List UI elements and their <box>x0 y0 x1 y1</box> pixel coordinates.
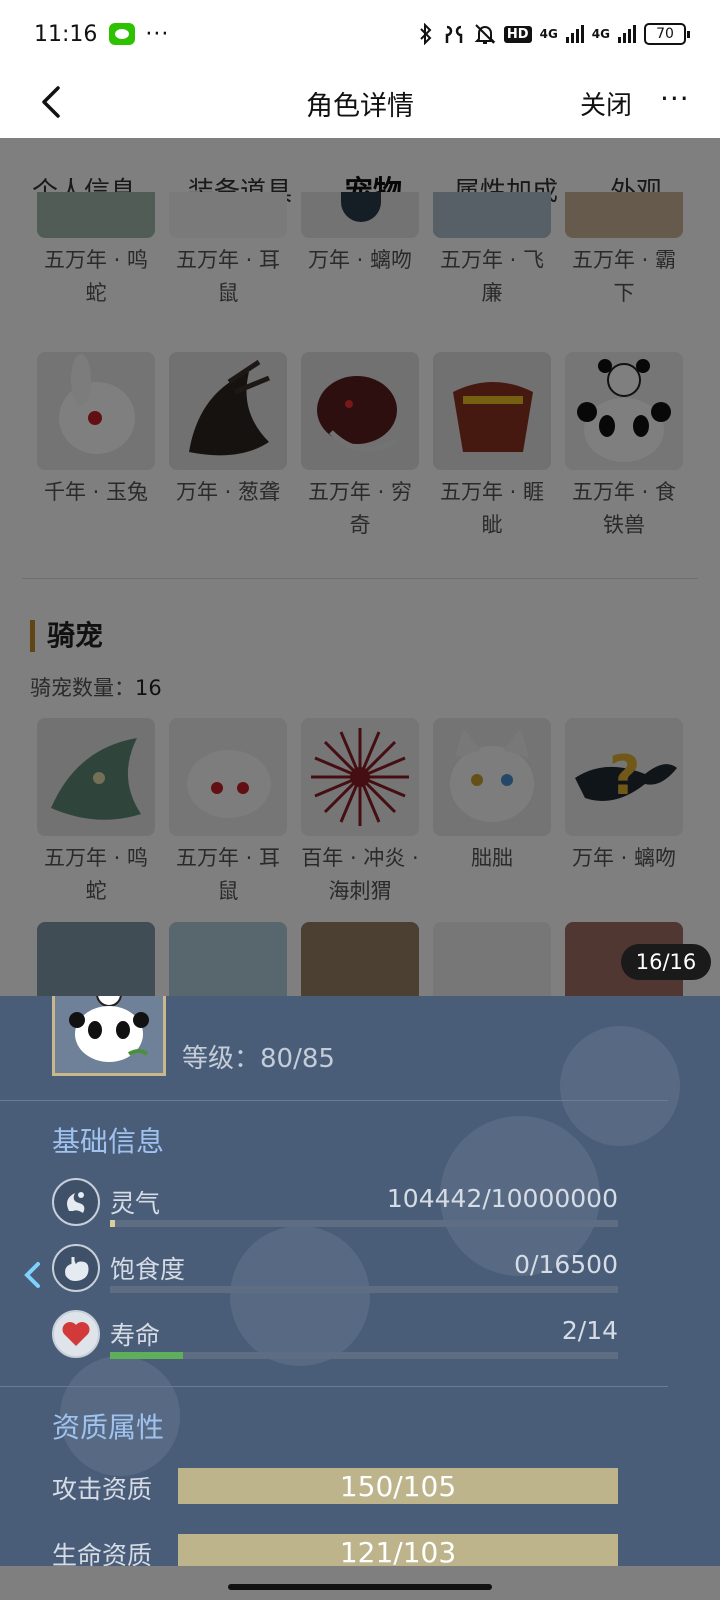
stat-bar-fill <box>110 1352 183 1359</box>
aptitude-bar: 150/105 <box>178 1468 618 1504</box>
signal-icon <box>565 25 584 43</box>
pet-portrait <box>52 996 166 1076</box>
signal-icon-2 <box>618 25 636 43</box>
stat-bar-track <box>110 1286 618 1293</box>
stat-bar-track <box>110 1220 618 1227</box>
panel-divider <box>0 1100 668 1101</box>
network-label-2: 4G <box>591 27 610 41</box>
status-indicators: HD 4G 4G 70 <box>418 23 690 45</box>
close-button[interactable]: 关闭 <box>580 85 632 122</box>
pet-level: 等级：80/85 <box>182 1044 335 1074</box>
bluetooth-icon <box>420 23 432 45</box>
panel-divider <box>0 1386 668 1387</box>
status-bar: 11:16 ··· HD 4G 4G 70 <box>0 0 720 68</box>
battery-icon: 70 <box>644 23 690 45</box>
earbuds-icon <box>445 25 463 43</box>
stat-label: 寿命 <box>110 1321 161 1350</box>
pet-detail-panel: 等级：80/85 基础信息 灵气 104442/10000000 饱食度 0/1… <box>0 996 720 1566</box>
stat-value: 2/14 <box>561 1316 618 1345</box>
stat-bar-track <box>110 1352 618 1359</box>
mute-bell-icon <box>474 24 496 44</box>
gesture-navigation-bar[interactable] <box>228 1584 492 1590</box>
aptitude-row-attack: 攻击资质 150/105 <box>52 1468 618 1508</box>
previous-arrow-icon[interactable] <box>22 1260 44 1290</box>
aptitude-row-life: 生命资质 121/103 <box>52 1534 618 1566</box>
stat-value: 104442/10000000 <box>386 1184 618 1213</box>
stat-label: 灵气 <box>110 1189 161 1218</box>
more-options-icon[interactable]: ··· <box>660 82 690 115</box>
stat-row-spirit: 灵气 104442/10000000 <box>52 1178 618 1238</box>
app-header: 角色详情 关闭 ··· <box>0 68 720 138</box>
spirit-icon <box>52 1178 100 1226</box>
status-more-icon: ··· <box>145 21 170 47</box>
status-time: 11:16 <box>34 21 98 47</box>
stat-row-lifespan: 寿命 2/14 <box>52 1310 618 1370</box>
aptitude-label: 攻击资质 <box>52 1475 153 1504</box>
network-label-1: 4G <box>539 27 558 41</box>
aptitude-bar: 121/103 <box>178 1534 618 1566</box>
pager-indicator: 16/16 <box>621 944 711 980</box>
stat-label: 饱食度 <box>110 1255 186 1284</box>
aptitude-title: 资质属性 <box>52 1411 165 1444</box>
stat-value: 0/16500 <box>514 1250 618 1279</box>
wechat-icon <box>109 23 136 45</box>
aptitude-label: 生命资质 <box>52 1541 153 1566</box>
hd-icon: HD <box>503 25 532 43</box>
stat-bar-fill <box>110 1220 116 1227</box>
heart-icon <box>52 1310 100 1358</box>
basic-info-title: 基础信息 <box>52 1125 165 1158</box>
stomach-icon <box>52 1244 100 1292</box>
stat-row-satiety: 饱食度 0/16500 <box>52 1244 618 1304</box>
